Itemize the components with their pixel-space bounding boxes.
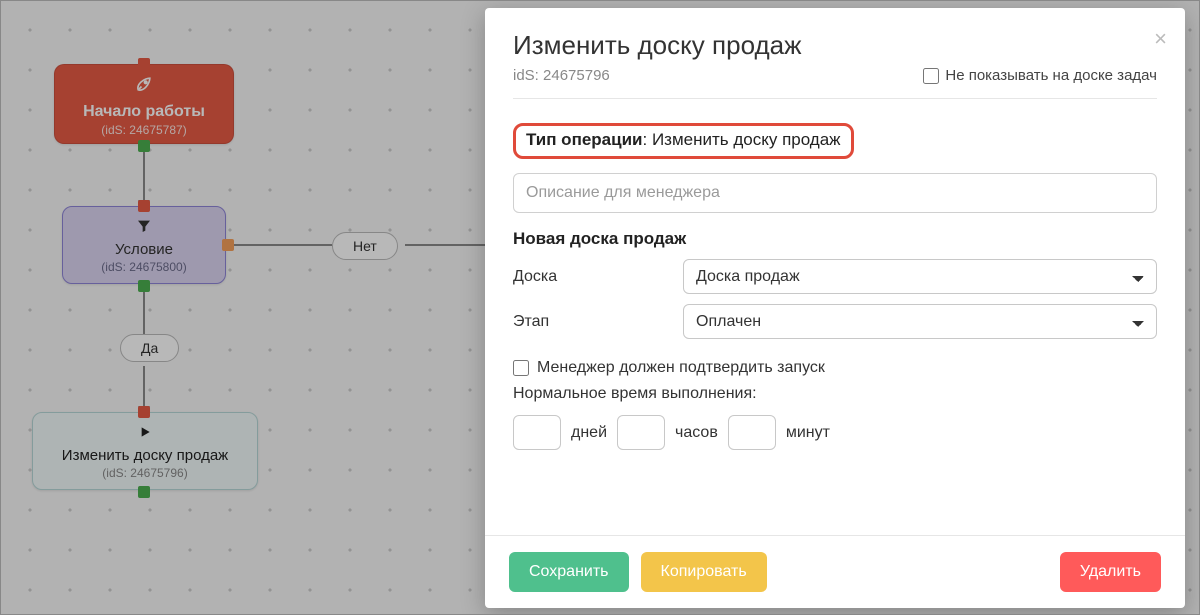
save-button[interactable]: Сохранить [509, 552, 629, 592]
minutes-input[interactable] [728, 415, 776, 450]
node-handle[interactable] [138, 406, 150, 418]
confirm-launch-label: Менеджер должен подтвердить запуск [537, 359, 825, 377]
modal-body: Тип операции: Изменить доску продаж Нова… [485, 109, 1185, 535]
node-sub: (idS: 24675796) [102, 466, 187, 480]
days-label: дней [571, 424, 607, 442]
edit-operation-modal: Изменить доску продаж × idS: 24675796 Не… [485, 8, 1185, 608]
stage-select[interactable]: Оплачен [683, 304, 1157, 339]
copy-button[interactable]: Копировать [641, 552, 767, 592]
node-title: Изменить доску продаж [62, 447, 228, 464]
node-title: Условие [115, 241, 173, 258]
hours-input[interactable] [617, 415, 665, 450]
branch-yes[interactable]: Да [120, 334, 179, 362]
hours-label: часов [675, 424, 718, 442]
funnel-icon [136, 218, 152, 239]
node-title: Начало работы [83, 103, 205, 121]
operation-type-value: Изменить доску продаж [652, 130, 841, 149]
hide-on-board-checkbox[interactable]: Не показывать на доске задач [923, 67, 1157, 84]
modal-title: Изменить доску продаж [513, 30, 1157, 61]
delete-button[interactable]: Удалить [1060, 552, 1161, 592]
node-handle[interactable] [138, 280, 150, 292]
modal-subtitle: idS: 24675796 [513, 67, 610, 84]
minutes-label: минут [786, 424, 830, 442]
hide-on-board-input[interactable] [923, 68, 939, 84]
hide-on-board-label: Не показывать на доске задач [945, 67, 1157, 84]
manager-description-input[interactable] [513, 173, 1157, 213]
operation-type-label: Тип операции [526, 130, 642, 149]
days-input[interactable] [513, 415, 561, 450]
node-change-board[interactable]: Изменить доску продаж (idS: 24675796) [32, 412, 258, 490]
connector [405, 244, 485, 246]
connector [226, 244, 332, 246]
normal-time-label: Нормальное время выполнения: [513, 385, 1157, 403]
stage-label: Этап [513, 313, 663, 331]
confirm-launch-checkbox[interactable]: Менеджер должен подтвердить запуск [513, 359, 1157, 377]
modal-footer: Сохранить Копировать Удалить [485, 535, 1185, 608]
node-handle[interactable] [138, 58, 150, 70]
confirm-launch-input[interactable] [513, 360, 529, 376]
divider [513, 98, 1157, 99]
node-handle[interactable] [222, 239, 234, 251]
node-handle[interactable] [138, 486, 150, 498]
node-condition[interactable]: Условие (idS: 24675800) [62, 206, 226, 284]
node-handle[interactable] [138, 140, 150, 152]
modal-header: Изменить доску продаж × idS: 24675796 Не… [485, 8, 1185, 109]
section-new-board: Новая доска продаж [513, 229, 1157, 249]
connector [143, 144, 145, 206]
board-label: Доска [513, 268, 663, 286]
node-sub: (idS: 24675800) [101, 260, 186, 274]
close-icon[interactable]: × [1154, 26, 1167, 52]
play-icon [137, 424, 153, 445]
operation-type-highlight: Тип операции: Изменить доску продаж [513, 123, 854, 159]
board-select[interactable]: Доска продаж [683, 259, 1157, 294]
node-sub: (idS: 24675787) [101, 123, 186, 137]
node-handle[interactable] [138, 200, 150, 212]
rocket-icon [134, 74, 154, 99]
node-start[interactable]: Начало работы (idS: 24675787) [54, 64, 234, 144]
branch-no[interactable]: Нет [332, 232, 398, 260]
